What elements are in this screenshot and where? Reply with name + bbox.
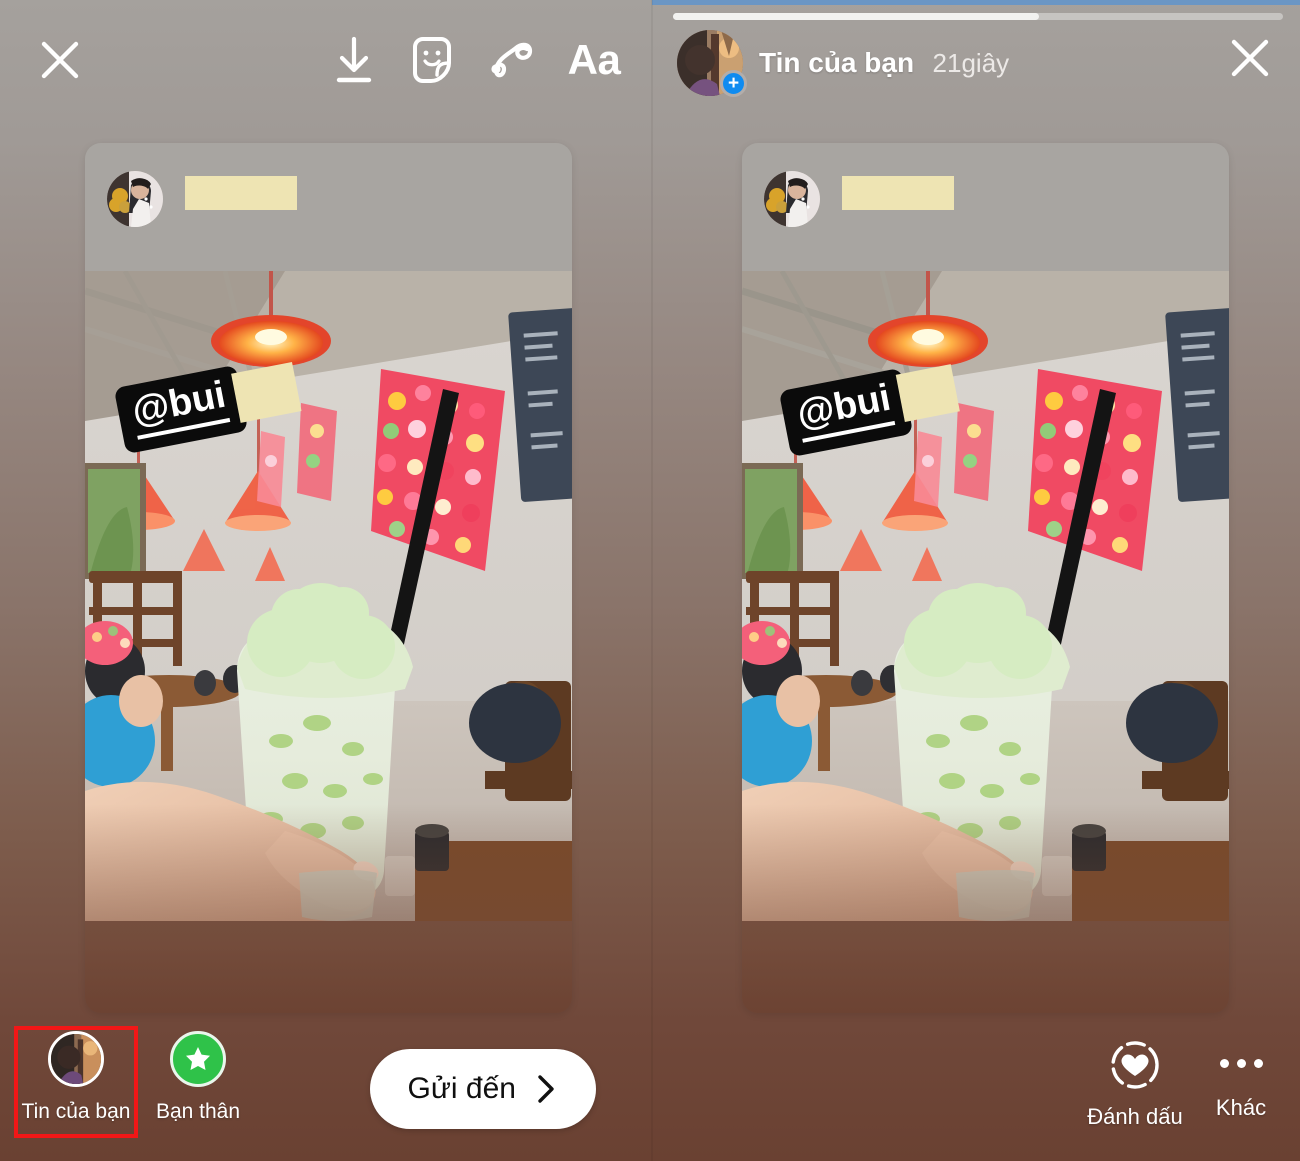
send-to-label: Gửi đến: [407, 1072, 516, 1105]
story-viewer-header: + Tin của bạn 21giây: [652, 0, 1300, 120]
star-icon: [170, 1031, 226, 1087]
story-photo: @bui: [85, 271, 572, 921]
share-toolbar: Tin của bạn Bạn thân Gửi đến: [0, 1011, 652, 1161]
story-preview-card[interactable]: @bui: [85, 143, 572, 1013]
download-icon[interactable]: [328, 33, 380, 87]
left-panel-share-sheet: Aa @bui Tin của bạn Bạn thân Gửi đến: [0, 0, 652, 1161]
more-dots-icon: [1219, 1039, 1263, 1087]
author-name-redaction: [842, 176, 954, 210]
avatar-with-add-badge[interactable]: +: [677, 30, 747, 97]
close-icon[interactable]: [1226, 34, 1274, 82]
story-card-header: [85, 143, 572, 271]
action-mark-highlight[interactable]: Đánh dấu: [1080, 1039, 1190, 1130]
chevron-right-icon: [534, 1073, 558, 1105]
avatar: [764, 171, 820, 227]
share-target-my-story[interactable]: Tin của bạn: [22, 1031, 130, 1124]
draw-icon[interactable]: [486, 33, 540, 87]
story-progress-fill: [673, 13, 1039, 20]
send-to-button[interactable]: Gửi đến: [369, 1049, 596, 1129]
mention-sticker-text: @bui: [129, 374, 231, 440]
text-tool-icon[interactable]: Aa: [564, 33, 624, 87]
story-author-name: Tin của bạn: [759, 47, 915, 78]
right-panel-story-viewer: + Tin của bạn 21giây @bui Đánh dấu Khác: [652, 0, 1300, 1161]
left-editor-toolbar: Aa: [0, 0, 652, 120]
action-more[interactable]: Khác: [1198, 1039, 1284, 1121]
share-target-close-friends[interactable]: Bạn thân: [152, 1031, 244, 1124]
story-author-name-row: Tin của bạn 21giây: [759, 47, 1009, 79]
screenshot-root: Aa @bui Tin của bạn Bạn thân Gửi đến + T…: [0, 0, 1300, 1161]
story-author[interactable]: + Tin của bạn 21giây: [677, 30, 1009, 97]
action-label: Khác: [1215, 1095, 1267, 1120]
story-card-footer: [742, 921, 1229, 1013]
story-preview-card[interactable]: @bui: [742, 143, 1229, 1013]
story-card-header: [742, 143, 1229, 271]
story-timestamp: 21giây: [932, 48, 1010, 78]
share-target-label: Bạn thân: [155, 1100, 241, 1123]
sticker-icon[interactable]: [406, 33, 458, 87]
author-name-redaction: [185, 176, 297, 210]
story-actions-bar: Đánh dấu Khác: [652, 1011, 1300, 1161]
action-label: Đánh dấu: [1087, 1104, 1183, 1129]
story-card-footer: [85, 921, 572, 1013]
avatar: [107, 171, 163, 227]
close-icon[interactable]: [36, 36, 84, 84]
panel-divider: [651, 0, 653, 1161]
heart-circle-icon: [1109, 1039, 1161, 1096]
story-progress-bar[interactable]: [673, 13, 1283, 20]
mention-sticker-text: @bui: [794, 377, 896, 443]
story-photo: @bui: [742, 271, 1229, 921]
share-target-label: Tin của bạn: [21, 1100, 131, 1123]
add-to-story-icon[interactable]: +: [720, 70, 747, 97]
avatar: [48, 1031, 104, 1087]
